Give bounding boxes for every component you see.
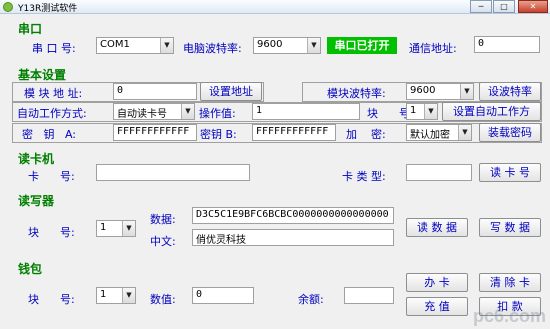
close-button[interactable]: ✕ <box>518 0 548 13</box>
set-auto-mode-button[interactable]: 设置自动工作方 <box>442 102 541 121</box>
key-b-label: 密钥 B: <box>200 128 237 141</box>
rw-block-value: 1 <box>100 222 107 233</box>
chevron-down-icon: ▼ <box>458 125 471 140</box>
port-label: 串 口 号: <box>32 42 76 55</box>
card-no-field[interactable] <box>96 164 250 181</box>
port-status-badge: 串口已打开 <box>327 37 397 54</box>
port-value: COM1 <box>100 39 130 50</box>
wallet-block-label: 块 号: <box>28 293 75 306</box>
serial-section-title: 串口 <box>18 22 43 36</box>
key-a-label: 密 钥 A: <box>22 128 77 141</box>
set-address-button[interactable]: 设置地址 <box>200 82 262 101</box>
module-baud-select[interactable]: 9600 ▼ <box>406 83 474 100</box>
app-icon <box>3 2 13 12</box>
read-data-button[interactable]: 读 数 据 <box>406 218 468 237</box>
wallet-block-value: 1 <box>100 289 107 300</box>
window-title: Y13R测试软件 <box>18 4 78 14</box>
baud-value: 9600 <box>257 39 283 50</box>
module-baud-label: 模块波特率: <box>327 87 386 100</box>
set-baud-button[interactable]: 设波特率 <box>479 82 541 101</box>
chevron-down-icon: ▼ <box>181 104 194 119</box>
port-select[interactable]: COM1 ▼ <box>96 37 174 54</box>
encrypt-select[interactable]: 默认加密 ▼ <box>406 124 472 141</box>
watermark: pc6.com <box>472 306 546 326</box>
module-addr-label: 模 块 地 址: <box>24 87 83 100</box>
rw-block-label: 块 号: <box>28 226 75 239</box>
rw-block-select[interactable]: 1 ▼ <box>96 220 136 237</box>
reader-section-title: 读卡机 <box>18 152 55 166</box>
chevron-down-icon: ▼ <box>424 104 437 119</box>
auto-mode-select[interactable]: 自动读卡号 ▼ <box>113 103 195 120</box>
encrypt-value: 默认加密 <box>410 130 450 141</box>
rw-section-title: 读写器 <box>18 194 55 208</box>
chevron-down-icon: ▼ <box>460 84 473 99</box>
wallet-block-select[interactable]: 1 ▼ <box>96 287 136 304</box>
read-card-button[interactable]: 读 卡 号 <box>479 163 541 182</box>
amount-label: 数值: <box>150 293 176 306</box>
recharge-button[interactable]: 充 值 <box>406 297 468 316</box>
key-b-field[interactable]: FFFFFFFFFFFF <box>252 124 336 141</box>
chevron-down-icon: ▼ <box>160 38 173 53</box>
module-addr-field[interactable]: 0 <box>113 83 197 100</box>
comm-addr-field[interactable]: 0 <box>474 36 540 53</box>
baud-label: 电脑波特率: <box>183 42 242 55</box>
balance-field[interactable] <box>344 287 394 304</box>
chevron-down-icon: ▼ <box>122 288 135 303</box>
key-a-field[interactable]: FFFFFFFFFFFF <box>113 124 197 141</box>
auto-mode-value: 自动读卡号 <box>117 109 167 120</box>
op-value-label: 操作值: <box>199 107 236 120</box>
comm-addr-label: 通信地址: <box>409 42 457 55</box>
chinese-field[interactable]: 俏优灵科技 <box>192 229 394 246</box>
chevron-down-icon: ▼ <box>307 38 320 53</box>
module-baud-value: 9600 <box>410 85 436 96</box>
card-type-label: 卡 类 型: <box>342 170 386 183</box>
clear-card-button[interactable]: 清 除 卡 <box>479 273 541 292</box>
baud-select[interactable]: 9600 ▼ <box>253 37 321 54</box>
wallet-section-title: 钱包 <box>18 262 43 276</box>
amount-field[interactable]: 0 <box>192 287 254 304</box>
load-key-button[interactable]: 装载密码 <box>479 123 541 142</box>
auto-mode-label: 自动工作方式: <box>17 107 87 120</box>
minimize-button[interactable]: ─ <box>470 0 492 13</box>
write-data-button[interactable]: 写 数 据 <box>479 218 541 237</box>
card-type-field[interactable] <box>406 164 472 181</box>
block-select[interactable]: 1 ▼ <box>406 103 438 120</box>
encrypt-label: 加 密: <box>346 128 386 141</box>
card-no-label: 卡 号: <box>28 170 75 183</box>
balance-label: 余额: <box>298 293 324 306</box>
block-value: 1 <box>410 105 417 116</box>
maximize-button[interactable]: □ <box>493 0 515 13</box>
chinese-label: 中文: <box>150 235 176 248</box>
chevron-down-icon: ▼ <box>122 221 135 236</box>
title-bar: Y13R测试软件 ─ □ ✕ <box>0 0 550 14</box>
data-field[interactable]: D3C5C1E9BFC6BCBC0000000000000000 <box>192 207 394 224</box>
basic-section-title: 基本设置 <box>18 68 67 82</box>
op-value-field[interactable]: 1 <box>252 103 360 120</box>
data-label: 数据: <box>150 213 176 226</box>
open-card-button[interactable]: 办 卡 <box>406 273 468 292</box>
